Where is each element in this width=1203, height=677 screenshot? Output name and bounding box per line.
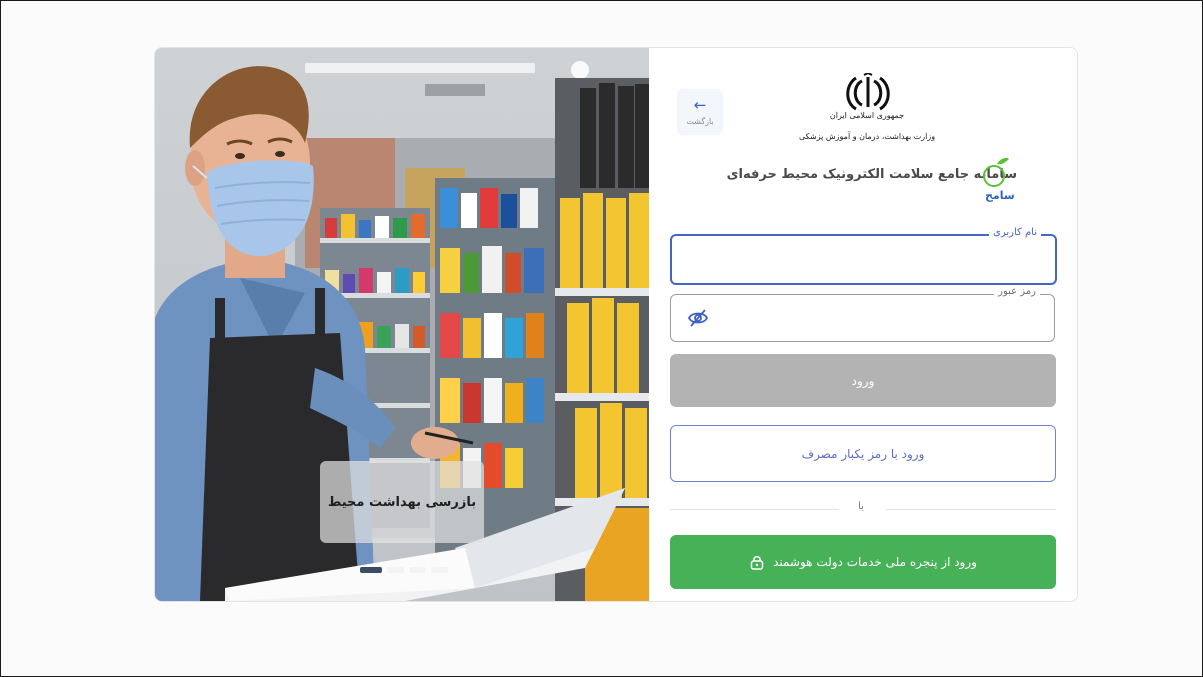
login-card: بازرسی بهداشت محیط ← بازگشت جمهوری اسلام… bbox=[154, 47, 1078, 602]
slider-dot-1[interactable] bbox=[360, 567, 382, 573]
slide-caption: بازرسی بهداشت محیط bbox=[320, 461, 484, 543]
username-field: نام کاربری bbox=[670, 227, 1057, 285]
username-input[interactable] bbox=[712, 246, 1041, 272]
gov-name-line1: جمهوری اسلامی ایران bbox=[829, 111, 905, 120]
sso-button-label: ورود از پنجره ملی خدمات دولت هوشمند bbox=[773, 555, 977, 569]
back-button[interactable]: ← بازگشت bbox=[677, 89, 723, 135]
iran-emblem-icon bbox=[846, 73, 890, 111]
password-label: رمز عبور bbox=[994, 286, 1040, 297]
browser-viewport: بازرسی بهداشت محیط ← بازگشت جمهوری اسلام… bbox=[0, 0, 1203, 677]
samah-logo-icon: سامح bbox=[983, 157, 1015, 202]
otp-login-button[interactable]: ورود با رمز یکبار مصرف bbox=[670, 425, 1056, 482]
password-input[interactable] bbox=[711, 305, 1040, 331]
national-sso-button[interactable]: ورود از پنجره ملی خدمات دولت هوشمند bbox=[670, 535, 1056, 589]
app-title: سامانه جامع سلامت الکترونیک محیط حرفه‌ای bbox=[726, 167, 1017, 182]
divider-right bbox=[886, 509, 1056, 510]
gov-name-line2: وزارت بهداشت، درمان و آموزش پزشکی bbox=[798, 132, 936, 141]
back-label: بازگشت bbox=[686, 117, 714, 126]
eye-slash-icon[interactable] bbox=[687, 307, 709, 329]
divider-left bbox=[670, 509, 839, 510]
slider-dots bbox=[360, 567, 448, 573]
or-separator: یا bbox=[858, 501, 864, 512]
logo-text: سامح bbox=[985, 189, 1015, 202]
slider-dot-4[interactable] bbox=[431, 567, 448, 573]
arrow-left-icon: ← bbox=[693, 96, 707, 114]
hero-slider: بازرسی بهداشت محیط bbox=[155, 48, 649, 601]
password-field: رمز عبور bbox=[670, 286, 1055, 342]
lock-icon bbox=[750, 556, 764, 570]
username-label: نام کاربری bbox=[989, 227, 1041, 238]
slider-dot-3[interactable] bbox=[409, 567, 426, 573]
login-form: ← بازگشت جمهوری اسلامی ایران وزارت بهداش… bbox=[649, 48, 1077, 601]
login-button[interactable]: ورود bbox=[670, 354, 1056, 407]
slider-dot-2[interactable] bbox=[387, 567, 404, 573]
